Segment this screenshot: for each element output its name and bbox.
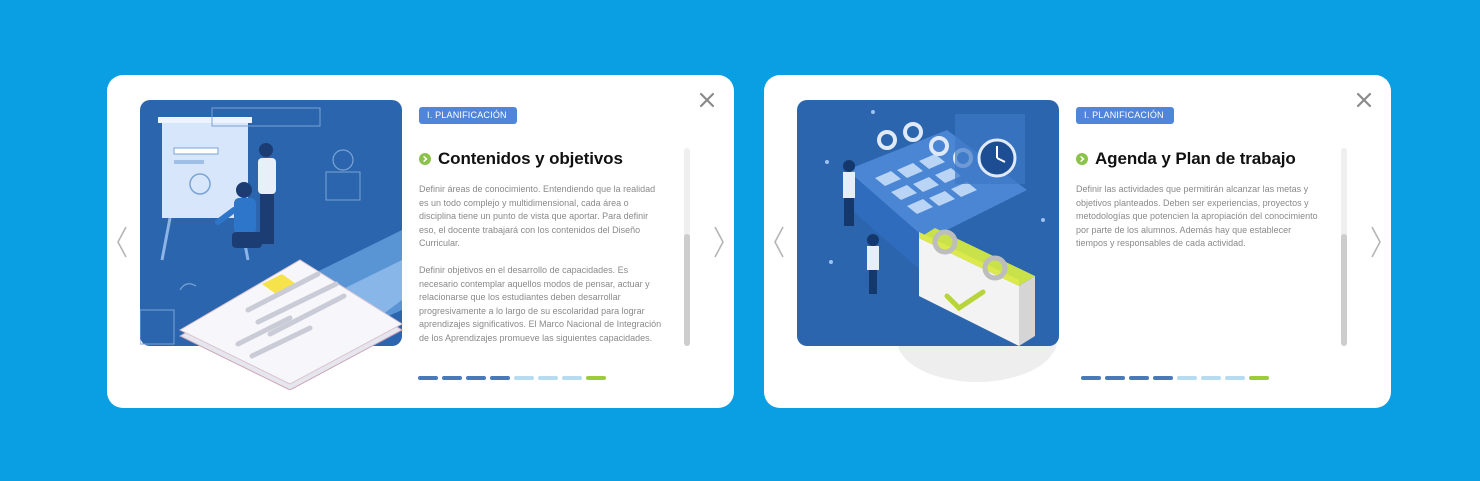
pagination-dot[interactable] (418, 376, 438, 380)
pagination-dot[interactable] (1129, 376, 1149, 380)
chevron-bullet-icon (419, 153, 431, 165)
scrollbar-track[interactable] (684, 148, 690, 346)
body-paragraph: Definir áreas de conocimiento. Entendien… (419, 184, 656, 249)
scrollbar-thumb[interactable] (684, 234, 690, 346)
title-row: Agenda y Plan de trabajo (1076, 149, 1296, 169)
slide-title: Contenidos y objetivos (438, 149, 623, 168)
slide-card-contenidos: I. PLANIFICACIÓN Contenidos y objetivos … (107, 75, 734, 408)
body-paragraph: Definir las actividades que permitirán a… (1076, 184, 1318, 249)
pagination-dot[interactable] (1177, 376, 1197, 380)
pagination-dot[interactable] (586, 376, 606, 380)
pagination-dot[interactable] (562, 376, 582, 380)
slide-body: Definir áreas de conocimiento. Entendien… (419, 183, 667, 359)
pagination-dot[interactable] (1249, 376, 1269, 380)
slide-body: Definir las actividades que permitirán a… (1076, 183, 1324, 264)
pagination-dot[interactable] (1153, 376, 1173, 380)
pagination-dot[interactable] (466, 376, 486, 380)
title-row: Contenidos y objetivos (419, 149, 623, 169)
pagination-dot[interactable] (490, 376, 510, 380)
pagination-dot[interactable] (514, 376, 534, 380)
section-tag: I. PLANIFICACIÓN (419, 107, 517, 124)
close-icon[interactable] (698, 91, 716, 109)
scrollbar-track[interactable] (1341, 148, 1347, 346)
illustration-planning (140, 100, 403, 390)
pagination-dot[interactable] (538, 376, 558, 380)
chevron-left-icon[interactable] (115, 225, 129, 259)
close-icon[interactable] (1355, 91, 1373, 109)
scrollbar-thumb[interactable] (1341, 234, 1347, 346)
slide-title: Agenda y Plan de trabajo (1095, 149, 1296, 168)
pagination-dot[interactable] (1105, 376, 1125, 380)
chevron-left-icon[interactable] (772, 225, 786, 259)
chevron-bullet-icon (1076, 153, 1088, 165)
pagination-dots (1081, 376, 1269, 380)
pagination-dots (418, 376, 606, 380)
pagination-dot[interactable] (1201, 376, 1221, 380)
illustration-calendar (797, 100, 1059, 382)
pagination-dot[interactable] (1225, 376, 1245, 380)
body-paragraph: Definir objetivos en el desarrollo de ca… (419, 264, 662, 343)
section-tag: I. PLANIFICACIÓN (1076, 107, 1174, 124)
slide-card-agenda: I. PLANIFICACIÓN Agenda y Plan de trabaj… (764, 75, 1391, 408)
pagination-dot[interactable] (1081, 376, 1101, 380)
chevron-right-icon[interactable] (1369, 225, 1383, 259)
pagination-dot[interactable] (442, 376, 462, 380)
chevron-right-icon[interactable] (712, 225, 726, 259)
